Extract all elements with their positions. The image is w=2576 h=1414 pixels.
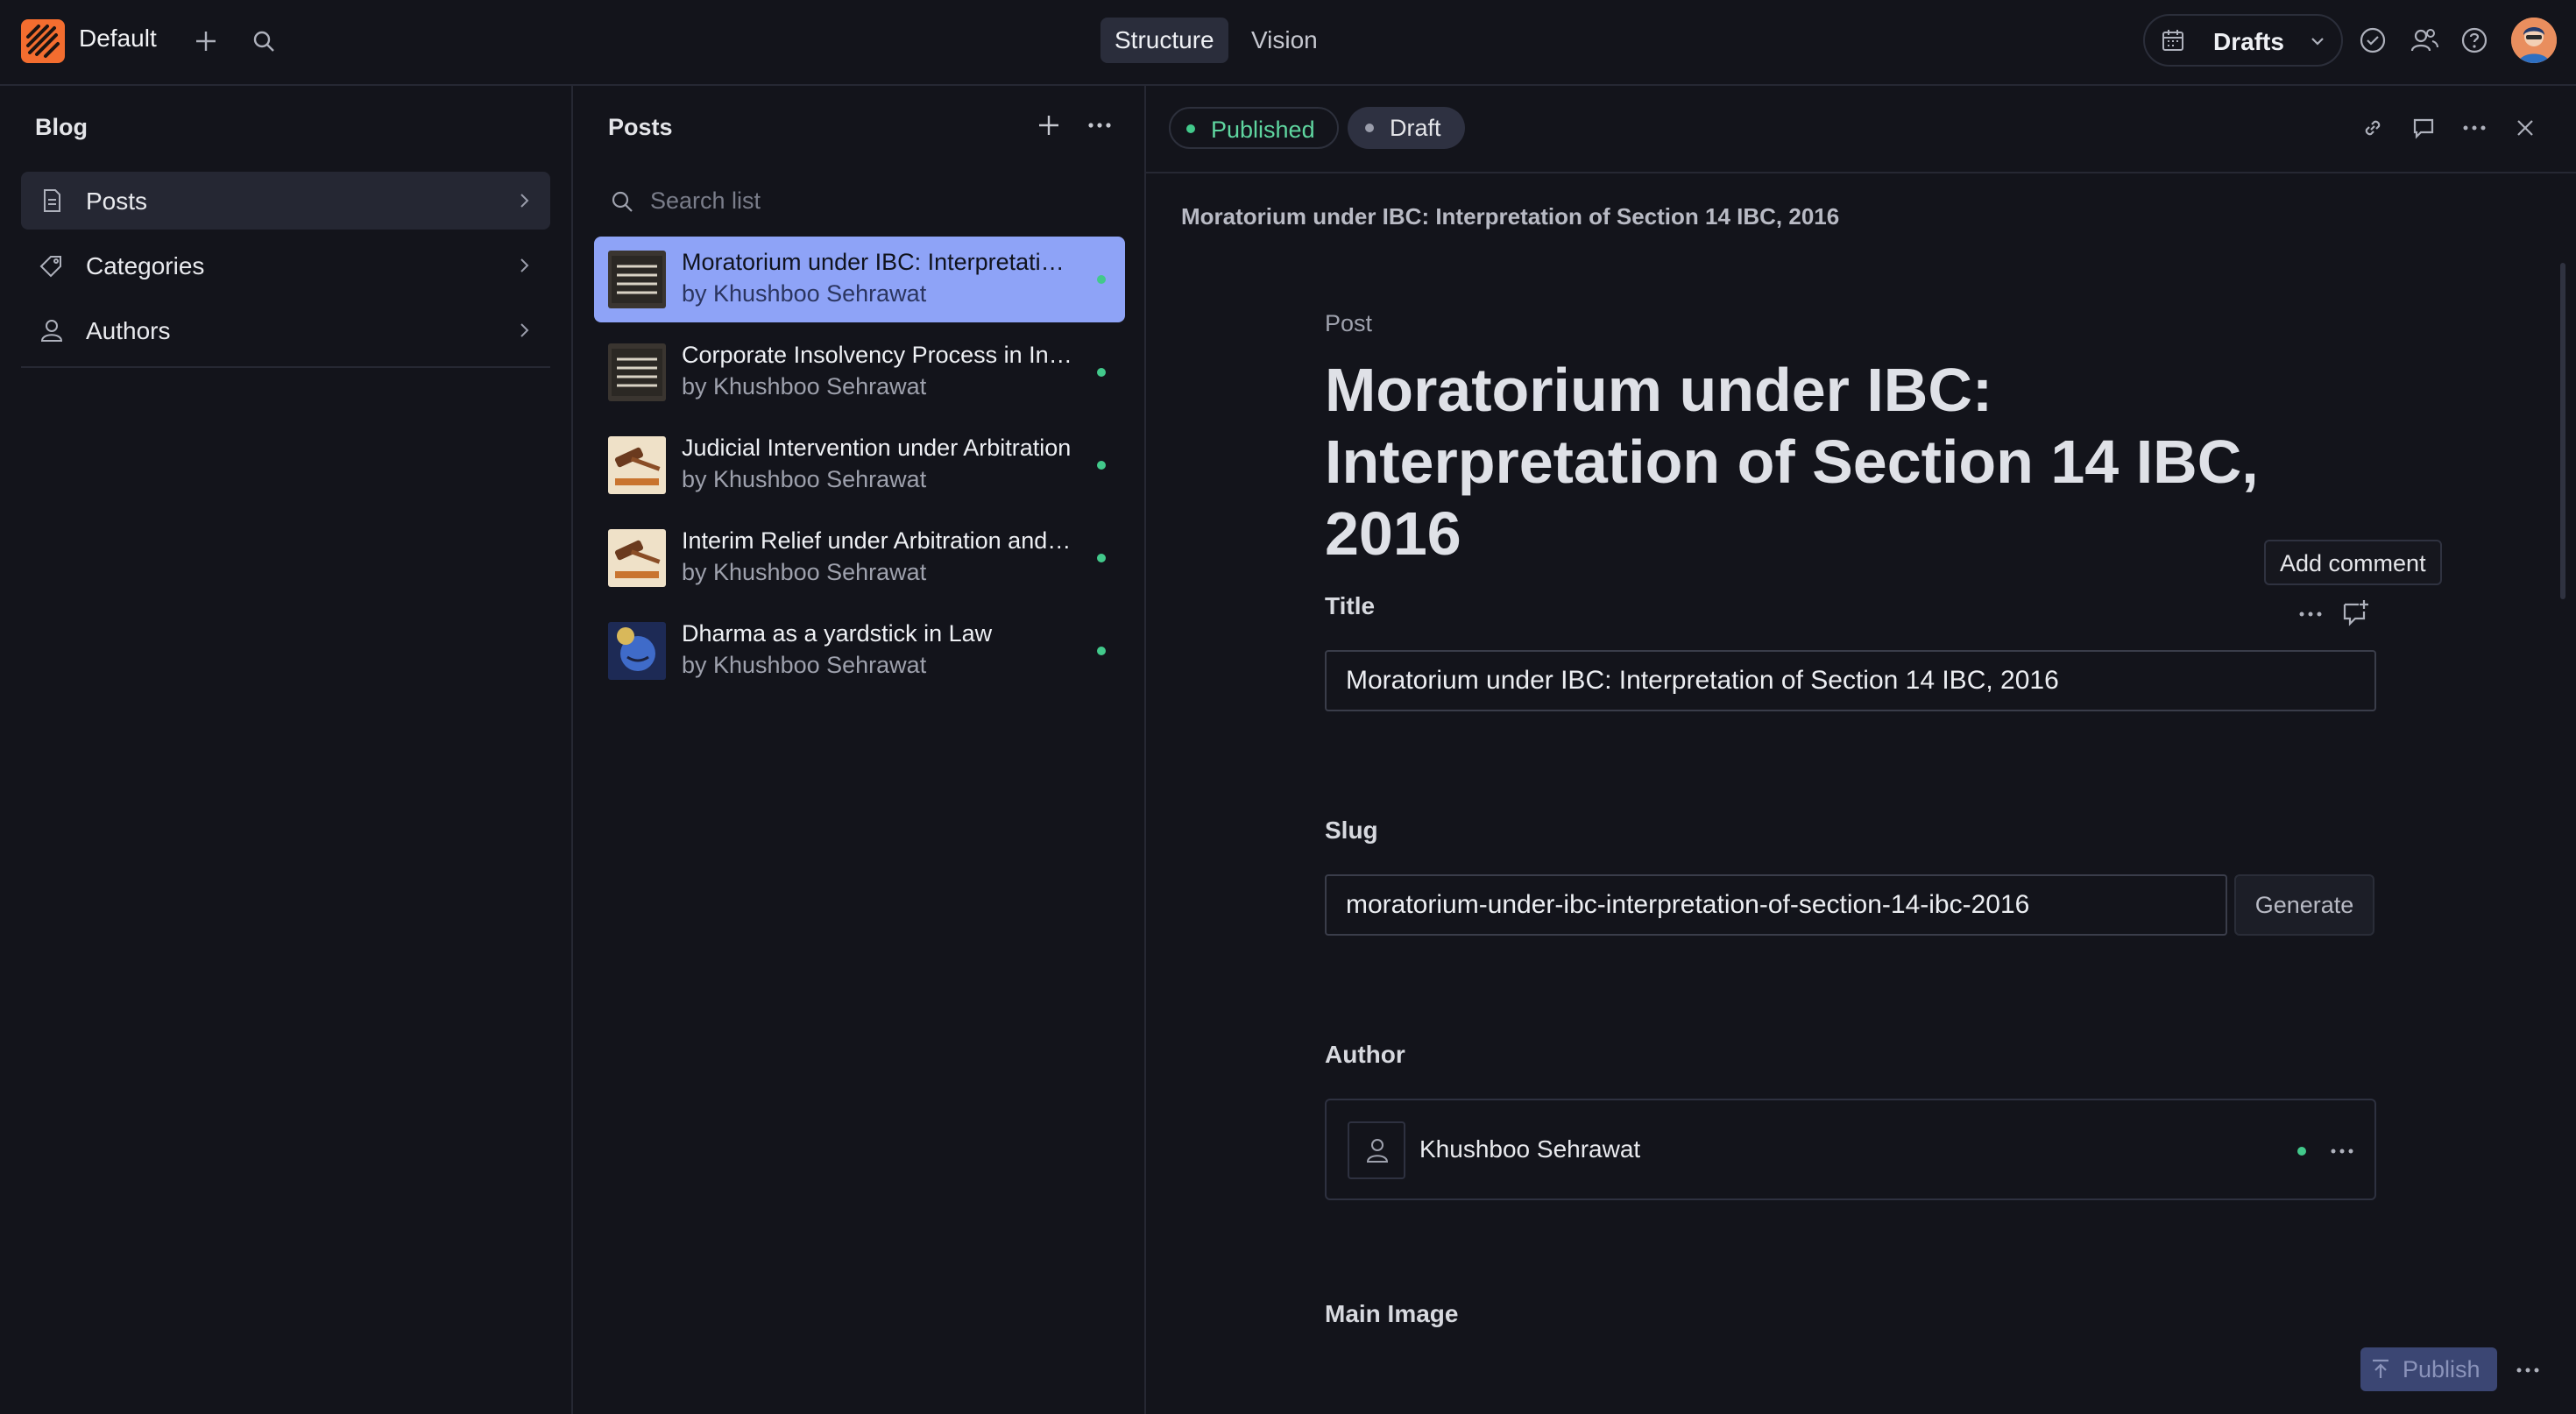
published-label: Published xyxy=(1211,117,1315,143)
more-options-icon[interactable] xyxy=(2462,116,2487,140)
document-breadcrumb: Moratorium under IBC: Interpretation of … xyxy=(1181,203,1840,230)
sidebar-item-label: Categories xyxy=(86,252,205,279)
tab-vision[interactable]: Vision xyxy=(1237,18,1332,63)
document-list-pane: Posts Search list Moratorium under IBC: … xyxy=(573,86,1146,1414)
list-item-subtitle: by Khushboo Sehrawat xyxy=(682,280,927,307)
field-actions-icon[interactable] xyxy=(2297,601,2324,627)
published-status-dot xyxy=(2297,1147,2306,1156)
pane-title-posts: Posts xyxy=(608,114,673,140)
editor-header-divider xyxy=(1146,172,2576,173)
publish-button[interactable]: Publish xyxy=(2360,1347,2497,1391)
list-item-title: Interim Relief under Arbitration and Con… xyxy=(682,527,1076,554)
chevron-right-icon xyxy=(515,191,533,210)
list-item-subtitle: by Khushboo Sehrawat xyxy=(682,559,927,585)
list-item-subtitle: by Khushboo Sehrawat xyxy=(682,652,927,678)
gavel-thumbnail xyxy=(608,529,666,587)
author-reference[interactable]: Khushboo Sehrawat xyxy=(1325,1099,2376,1200)
perspective-dropdown[interactable]: Drafts xyxy=(2143,14,2343,67)
list-item[interactable]: Interim Relief under Arbitration and Con… xyxy=(594,515,1125,601)
document-editor-pane: Published Draft Moratorium under IBC: In… xyxy=(1146,86,2576,1414)
draft-status-pill[interactable]: Draft xyxy=(1348,107,1465,149)
document-icon xyxy=(39,187,65,214)
list-item-subtitle: by Khushboo Sehrawat xyxy=(682,373,927,399)
published-status-dot xyxy=(1097,554,1106,562)
help-icon[interactable] xyxy=(2460,26,2488,54)
sidebar-item-posts[interactable]: Posts xyxy=(21,172,550,230)
title-input[interactable]: Moratorium under IBC: Interpretation of … xyxy=(1325,650,2376,711)
add-comment-icon[interactable] xyxy=(2341,597,2371,627)
gavel-thumbnail xyxy=(608,436,666,494)
list-item-title: Moratorium under IBC: Interpretation of … xyxy=(682,249,1076,275)
draft-dot xyxy=(1365,124,1374,132)
list-item[interactable]: Judicial Intervention under Arbitration … xyxy=(594,422,1125,508)
more-options-icon[interactable] xyxy=(2329,1139,2355,1163)
search-icon xyxy=(610,189,634,214)
chevron-right-icon xyxy=(515,321,533,340)
generate-slug-button[interactable]: Generate xyxy=(2234,874,2374,936)
published-status-dot xyxy=(1097,647,1106,655)
publish-label: Publish xyxy=(2403,1356,2480,1382)
scrollbar[interactable] xyxy=(2560,263,2565,599)
workspace-name[interactable]: Default xyxy=(79,25,157,53)
add-document-icon[interactable] xyxy=(1036,112,1062,138)
sidebar-item-label: Posts xyxy=(86,187,148,215)
ibc-book-thumbnail xyxy=(608,343,666,401)
link-icon[interactable] xyxy=(2360,116,2385,140)
krishna-thumbnail xyxy=(608,622,666,680)
list-item-title: Dharma as a yardstick in Law xyxy=(682,620,993,647)
list-item[interactable]: Dharma as a yardstick in Law by Khushboo… xyxy=(594,608,1125,694)
list-item[interactable]: Corporate Insolvency Process in India by… xyxy=(594,329,1125,415)
calendar-icon xyxy=(2161,28,2185,53)
tag-icon xyxy=(39,252,65,279)
main-image-field-label: Main Image xyxy=(1325,1300,1459,1327)
slug-field-label: Slug xyxy=(1325,817,1378,844)
list-item-title: Judicial Intervention under Arbitration xyxy=(682,435,1072,461)
comments-icon[interactable] xyxy=(2411,116,2436,140)
sidebar-item-categories[interactable]: Categories xyxy=(21,237,550,294)
tab-structure[interactable]: Structure xyxy=(1100,18,1228,63)
title-field-label: Title xyxy=(1325,592,1376,619)
list-item[interactable]: Moratorium under IBC: Interpretation of … xyxy=(594,237,1125,322)
search-input[interactable]: Search list xyxy=(650,187,761,215)
more-options-icon[interactable] xyxy=(1086,112,1113,138)
sidebar-item-authors[interactable]: Authors xyxy=(21,301,550,359)
published-status-dot xyxy=(1097,368,1106,377)
ibc-book-thumbnail xyxy=(608,251,666,308)
top-bar: Default Structure Vision Drafts xyxy=(0,0,2576,86)
chevron-down-icon xyxy=(2308,32,2327,51)
divider xyxy=(21,366,550,368)
user-icon xyxy=(1365,1137,1390,1163)
document-type-label: Post xyxy=(1325,310,1373,336)
draft-label: Draft xyxy=(1390,115,1441,141)
sidebar-item-label: Authors xyxy=(86,317,171,344)
author-name: Khushboo Sehrawat xyxy=(1419,1135,1641,1163)
structure-pane: Blog Posts Categories Authors xyxy=(0,86,573,1414)
chevron-right-icon xyxy=(515,256,533,275)
list-item-subtitle: by Khushboo Sehrawat xyxy=(682,466,927,492)
publish-icon xyxy=(2369,1358,2392,1381)
slug-input[interactable]: moratorium-under-ibc-interpretation-of-s… xyxy=(1325,874,2227,936)
author-avatar xyxy=(1348,1121,1405,1179)
presence-icon[interactable] xyxy=(2410,26,2439,54)
user-icon xyxy=(39,317,65,343)
document-heading: Moratorium under IBC: Interpretation of … xyxy=(1325,356,2259,568)
search-list-field[interactable]: Search list xyxy=(599,180,1125,223)
more-options-icon[interactable] xyxy=(2515,1358,2541,1382)
published-status-dot xyxy=(1097,461,1106,470)
create-new-icon[interactable] xyxy=(193,28,219,54)
search-icon[interactable] xyxy=(251,28,277,54)
author-field-label: Author xyxy=(1325,1041,1405,1068)
user-avatar[interactable] xyxy=(2511,18,2557,63)
add-comment-tooltip: Add comment xyxy=(2264,540,2442,585)
published-status-dot xyxy=(1097,275,1106,284)
pane-title-blog: Blog xyxy=(35,114,88,140)
close-icon[interactable] xyxy=(2513,116,2537,140)
list-item-title: Corporate Insolvency Process in India xyxy=(682,342,1076,368)
published-status-pill[interactable]: Published xyxy=(1169,107,1339,149)
published-dot xyxy=(1186,124,1195,133)
perspective-label: Drafts xyxy=(2213,28,2284,55)
tasks-icon[interactable] xyxy=(2359,26,2387,54)
workspace-logo[interactable] xyxy=(21,19,65,63)
